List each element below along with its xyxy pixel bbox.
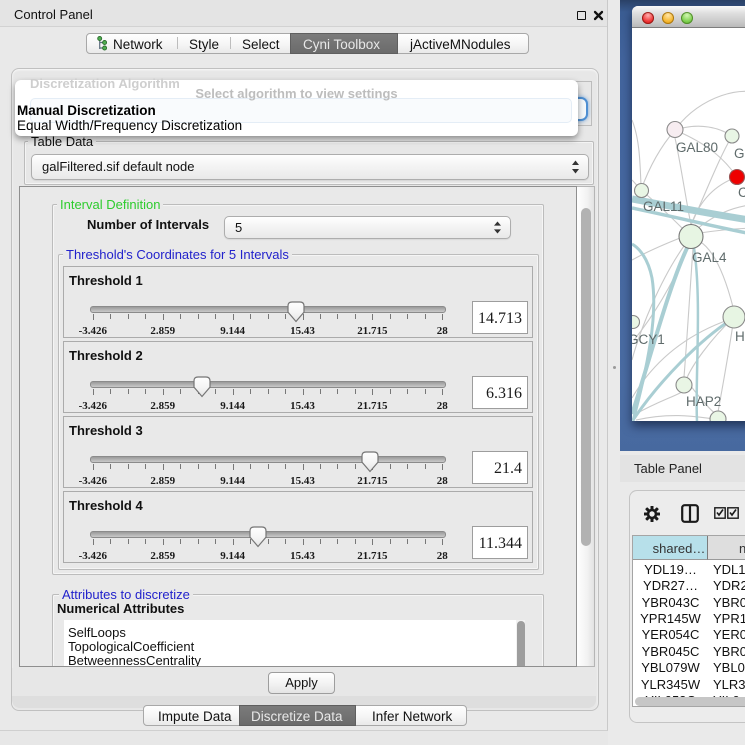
svg-text:GCY1: GCY1: [632, 332, 665, 347]
svg-text:HAP2: HAP2: [686, 394, 721, 409]
svg-text:GAL4: GAL4: [692, 250, 727, 265]
svg-text:C: C: [738, 185, 745, 200]
svg-text:H: H: [735, 329, 745, 344]
svg-text:GAL80: GAL80: [676, 140, 718, 155]
svg-text:G: G: [734, 146, 745, 161]
svg-text:GAL11: GAL11: [643, 199, 684, 214]
